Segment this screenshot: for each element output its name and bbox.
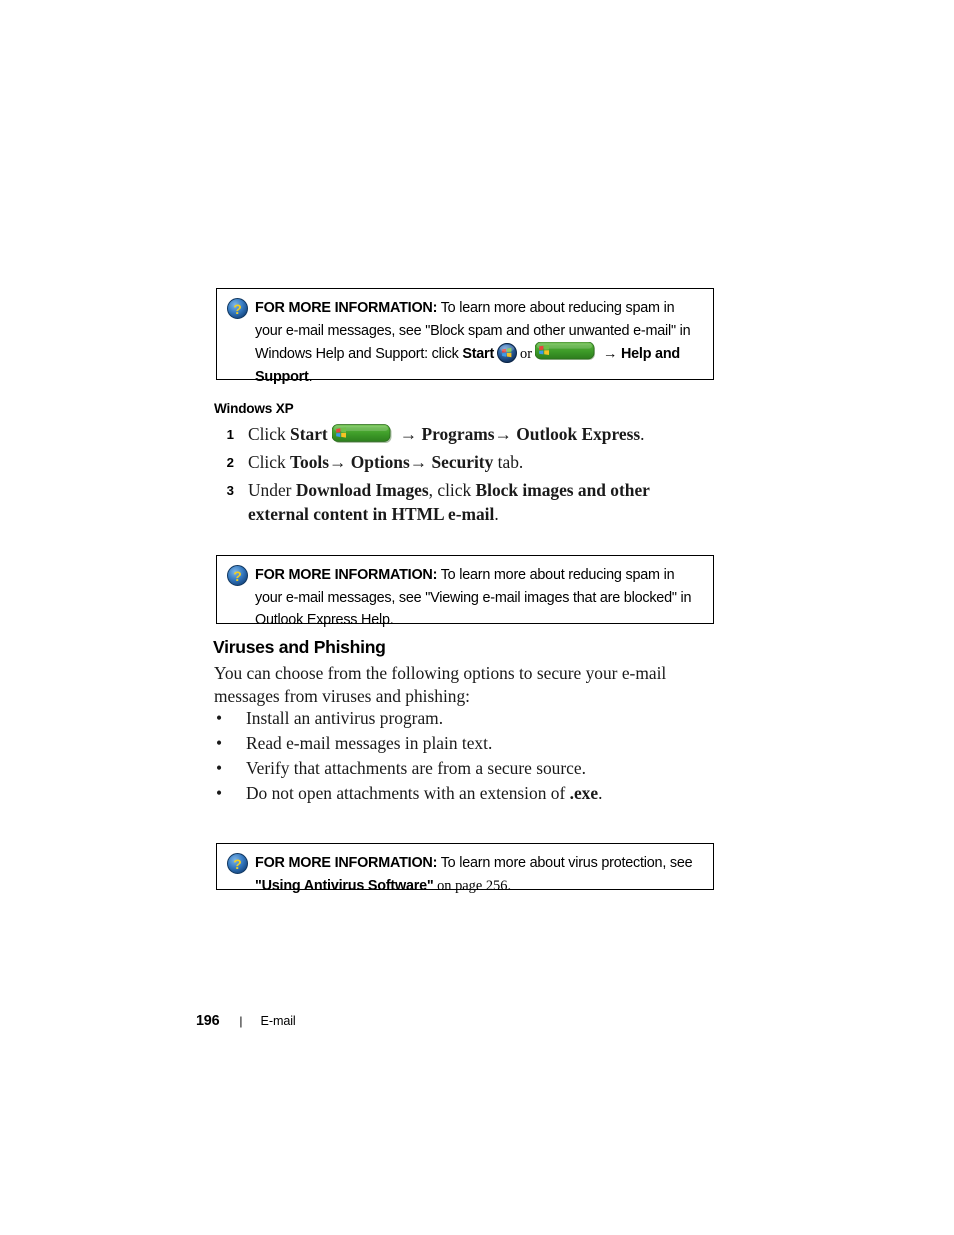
bullet-4-tail: . — [598, 783, 603, 803]
note-lead-2: FOR MORE INFORMATION: — [255, 567, 438, 583]
list-item-label: Verify that attachments are from a secur… — [224, 756, 706, 781]
footer-section-label: E-mail — [260, 1014, 296, 1028]
list-item: • Do not open attachments with an extens… — [214, 781, 706, 806]
note-page-reference: on page 256. — [433, 877, 512, 894]
step-body-2: Click Tools→ Options→ Security tab. — [234, 450, 714, 474]
bullet-icon: • — [215, 758, 223, 778]
note-lead-3: FOR MORE INFORMATION: — [255, 855, 438, 871]
step-number-3: 3 — [226, 483, 234, 498]
bullet-4-text: Do not open attachments with an extensio… — [246, 783, 570, 803]
help-question-icon: ? — [227, 565, 248, 586]
bullet-2-text: Read e-mail messages in plain text. — [246, 733, 493, 753]
steps-list: 1 Click Start → Programs→ Outlook Expres… — [214, 422, 714, 529]
note-box-1-text: FOR MORE INFORMATION: To learn more abou… — [255, 297, 703, 388]
footer-separator: | — [239, 1014, 243, 1028]
bullet-icon: • — [215, 733, 223, 753]
bullet-3-text: Verify that attachments are from a secur… — [246, 758, 586, 778]
bullet-icon: • — [215, 783, 223, 803]
list-item-label: Do not open attachments with an extensio… — [224, 781, 706, 806]
list-item: • Install an antivirus program. — [214, 706, 706, 731]
step-number-1: 1 — [226, 427, 234, 442]
step-1-bold-outlook: Outlook Express — [511, 424, 641, 444]
windows-vista-start-orb-icon — [497, 343, 518, 363]
bullet-icon: • — [215, 708, 223, 728]
note-box-more-information-2: ? FOR MORE INFORMATION: To learn more ab… — [216, 555, 714, 628]
step-1-bold-start: Start — [290, 424, 328, 444]
bullet-1-text: Install an antivirus program. — [246, 708, 444, 728]
step-3-prefix: Under — [248, 480, 296, 500]
note-box-2-text: FOR MORE INFORMATION: To learn more abou… — [255, 564, 703, 632]
svg-text:?: ? — [233, 568, 242, 584]
step-2-bold-options: Options — [346, 452, 410, 472]
arrow-icon-step2-a: → — [329, 452, 347, 472]
step-body-3: Under Download Images, click Block image… — [234, 478, 714, 526]
step-1-suffix: . — [640, 424, 645, 444]
viruses-intro-paragraph: You can choose from the following option… — [214, 663, 667, 706]
step-3-bold-download-images: Download Images — [295, 480, 429, 500]
note-period-1: . — [308, 368, 313, 385]
or-label-1: or — [520, 346, 533, 362]
list-item-label: Read e-mail messages in plain text. — [224, 731, 706, 756]
note-body-3a: To learn more about virus protection, se… — [437, 855, 693, 871]
help-question-icon-wrap: ? — [227, 564, 255, 586]
footer-page-number: 196 — [196, 1013, 220, 1029]
svg-text:?: ? — [233, 301, 242, 317]
list-item: • Verify that attachments are from a sec… — [214, 756, 706, 781]
step-number-2: 2 — [226, 455, 234, 470]
help-question-icon: ? — [227, 298, 248, 319]
step-3-middle: , click — [428, 480, 476, 500]
arrow-icon-step2-b: → — [409, 452, 428, 472]
heading-viruses-and-phishing: Viruses and Phishing — [213, 637, 386, 657]
note-lead-1: FOR MORE INFORMATION: — [255, 300, 438, 316]
step-item-2: 2 Click Tools→ Options→ Security tab. — [214, 450, 714, 475]
page-footer: 196 | E-mail — [196, 1013, 296, 1029]
svg-text:?: ? — [233, 856, 242, 872]
step-1-prefix: Click — [248, 424, 291, 444]
note-box-more-information-1: ? FOR MORE INFORMATION: To learn more ab… — [216, 288, 714, 385]
list-item-label: Install an antivirus program. — [224, 706, 706, 731]
start-label-1: Start — [462, 346, 495, 362]
heading-windows-xp: Windows XP — [214, 401, 294, 416]
help-question-icon: ? — [227, 853, 248, 874]
note-box-3-text: FOR MORE INFORMATION: To learn more abou… — [255, 852, 703, 897]
list-item: • Read e-mail messages in plain text. — [214, 731, 706, 756]
arrow-icon-step1-a: → — [399, 424, 418, 444]
step-item-1: 1 Click Start → Programs→ Outlook Expres… — [214, 422, 714, 447]
arrow-icon-step1-b: → — [494, 424, 512, 444]
windows-xp-start-button-icon — [331, 424, 395, 446]
arrow-icon-1: → — [603, 346, 618, 362]
step-2-suffix: tab. — [493, 452, 524, 472]
step-3-suffix: . — [494, 504, 499, 524]
step-body-1: Click Start → Programs→ Outlook Express. — [234, 422, 714, 446]
bullet-4-bold-exe: .exe — [569, 783, 599, 803]
step-2-bold-tools: Tools — [290, 452, 330, 472]
step-1-bold-programs: Programs — [417, 424, 495, 444]
help-question-icon-wrap: ? — [227, 297, 255, 319]
help-question-icon-wrap: ? — [227, 852, 255, 874]
step-2-bold-security: Security — [427, 452, 494, 472]
document-page: ? FOR MORE INFORMATION: To learn more ab… — [0, 0, 954, 1235]
step-2-prefix: Click — [248, 452, 291, 472]
viruses-bullet-list: • Install an antivirus program. • Read e… — [214, 706, 706, 806]
note-cross-reference-title: "Using Antivirus Software" — [255, 877, 434, 894]
windows-xp-start-button-icon — [534, 341, 599, 363]
step-item-3: 3 Under Download Images, click Block ima… — [214, 478, 714, 526]
note-box-more-information-3: ? FOR MORE INFORMATION: To learn more ab… — [216, 843, 714, 894]
